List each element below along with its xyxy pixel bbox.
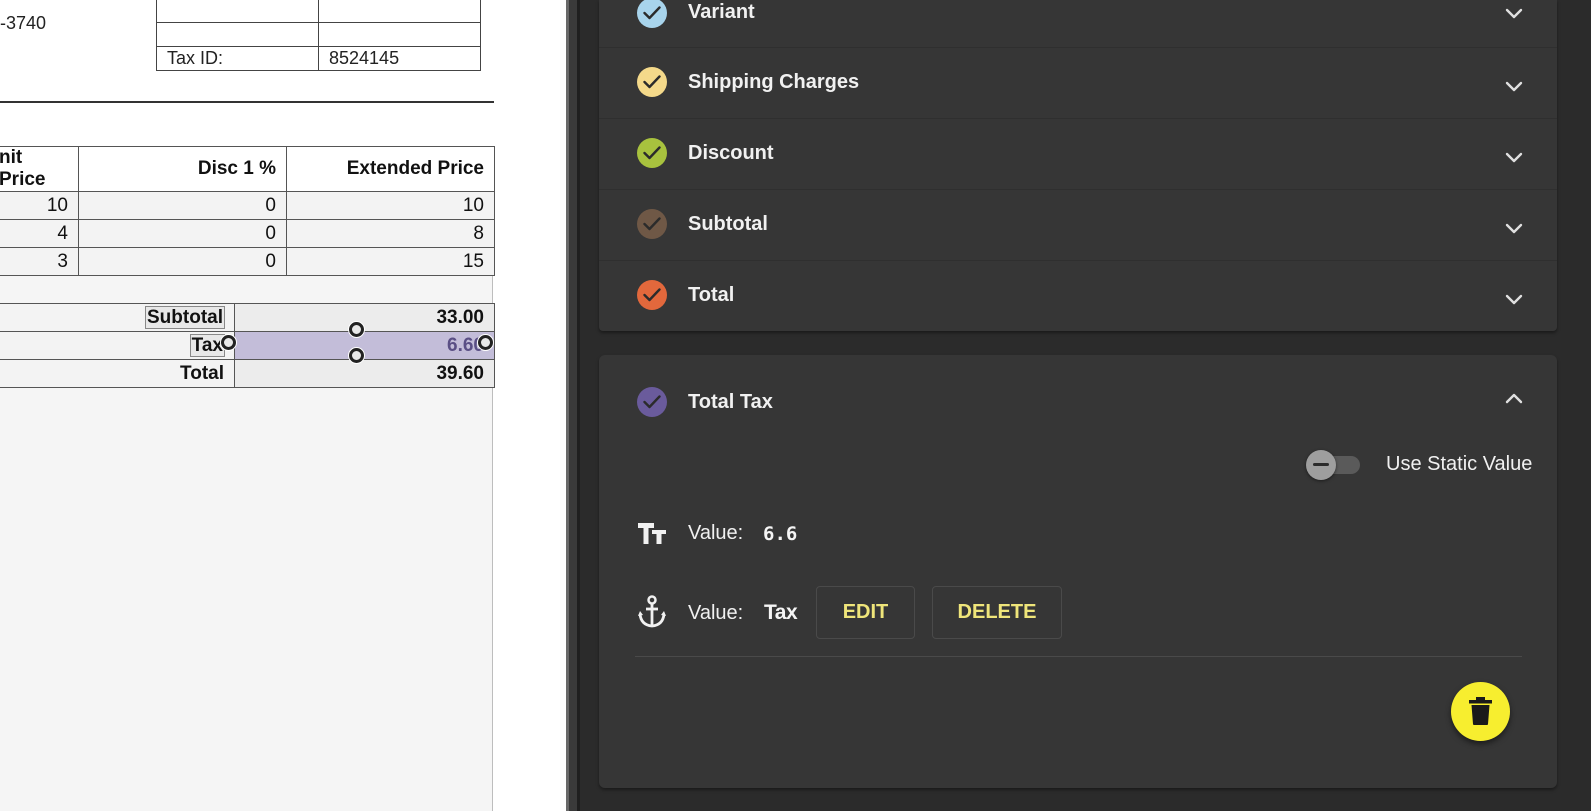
table-row: Tax ID: 8524145 <box>156 46 481 71</box>
phone-number-fragment: -3740 <box>0 13 47 33</box>
resize-handle-right[interactable] <box>478 335 493 350</box>
chevron-up-icon[interactable] <box>1505 391 1523 409</box>
accordion-item-shipping-charges[interactable]: Shipping Charges <box>599 48 1557 119</box>
check-circle-icon <box>637 138 667 168</box>
accordion-item-label: Total <box>688 284 735 306</box>
table-row: Subtotal 33.00 <box>0 303 495 332</box>
check-circle-icon <box>637 209 667 239</box>
accordion-item-label: Subtotal <box>688 213 768 235</box>
tax-value-selection[interactable]: 6.60 <box>234 331 495 360</box>
tax-label-cell[interactable]: Tax <box>0 331 235 360</box>
chevron-down-icon[interactable] <box>1505 222 1523 240</box>
resize-handle-top[interactable] <box>349 322 364 337</box>
text-value: 6.6 <box>763 523 798 545</box>
chevron-down-icon[interactable] <box>1505 293 1523 311</box>
subtotal-value[interactable]: 33.00 <box>234 303 495 332</box>
anchor-icon <box>637 595 667 634</box>
subtotal-label: Subtotal <box>145 305 225 329</box>
section-divider <box>0 101 494 103</box>
table-row <box>156 0 481 23</box>
toggle-knob <box>1306 450 1336 480</box>
accordion-item-discount[interactable]: Discount <box>599 119 1557 190</box>
table-cell: 0 <box>78 219 287 248</box>
subtotal-label-cell[interactable]: Subtotal <box>0 303 235 332</box>
tax-id-label: Tax ID: <box>156 46 319 71</box>
line-items-table: nit Price Disc 1 % Extended Price 10 0 1… <box>0 146 495 276</box>
check-circle-icon <box>637 280 667 310</box>
column-header-unit-price: nit Price <box>0 146 79 192</box>
accordion-item-label: Discount <box>688 142 774 164</box>
table-row <box>156 22 481 47</box>
check-circle-icon <box>637 0 667 28</box>
column-header-extended-price: Extended Price <box>286 146 495 192</box>
table-row: 4 0 8 <box>0 219 495 248</box>
total-value[interactable]: 39.60 <box>234 359 495 388</box>
table-cell <box>156 22 319 47</box>
anchor-value: Tax <box>764 601 798 624</box>
accordion-item-label: Total Tax <box>688 391 773 413</box>
table-cell: 0 <box>78 191 287 220</box>
anchor-value-label: Value: <box>688 602 744 624</box>
table-row: Tax 6.60 <box>0 331 495 360</box>
chevron-down-icon[interactable] <box>1505 7 1523 25</box>
table-row: 3 0 15 <box>0 247 495 276</box>
header-info-table: Tax ID: 8524145 <box>156 0 481 71</box>
trash-icon <box>1469 697 1492 725</box>
accordion-item-label: Shipping Charges <box>688 71 860 93</box>
table-cell: 3 <box>0 247 79 276</box>
use-static-value-label: Use Static Value <box>1386 453 1533 475</box>
accordion-item-subtotal[interactable]: Subtotal <box>599 190 1557 261</box>
total-label[interactable]: Total <box>0 359 235 388</box>
check-circle-icon <box>637 387 667 417</box>
check-circle-icon <box>637 67 667 97</box>
fields-accordion: Variant Shipping Charges Discount Subtot… <box>599 0 1557 331</box>
edit-button[interactable]: EDIT <box>816 586 915 639</box>
text-size-icon <box>637 521 667 550</box>
totals-table: Subtotal 33.00 Tax 6.60 Total 39.60 <box>0 303 495 388</box>
resize-handle-left[interactable] <box>221 335 236 350</box>
tax-id-value: 8524145 <box>318 46 481 71</box>
accordion-item-total[interactable]: Total <box>599 261 1557 332</box>
table-cell: 8 <box>286 219 495 248</box>
table-header-row: nit Price Disc 1 % Extended Price <box>0 146 495 192</box>
table-cell: 15 <box>286 247 495 276</box>
resize-handle-bottom[interactable] <box>349 348 364 363</box>
pane-splitter[interactable] <box>566 0 580 811</box>
text-value-label: Value: <box>688 522 744 544</box>
table-cell <box>156 0 319 23</box>
chevron-down-icon[interactable] <box>1505 151 1523 169</box>
table-cell: 10 <box>286 191 495 220</box>
document-canvas: -3740 Tax ID: 8524145 nit Price Disc 1 %… <box>0 0 566 811</box>
column-header-discount: Disc 1 % <box>78 146 287 192</box>
table-cell: 0 <box>78 247 287 276</box>
tax-label: Tax <box>189 333 226 357</box>
splitter-edge <box>566 0 569 811</box>
accordion-item-label: Variant <box>688 1 755 23</box>
table-cell: 10 <box>0 191 79 220</box>
accordion-header-total-tax[interactable]: Total Tax <box>599 355 1557 426</box>
delete-field-fab[interactable] <box>1451 682 1510 741</box>
delete-button[interactable]: DELETE <box>932 586 1062 639</box>
use-static-value-toggle[interactable] <box>1306 450 1360 480</box>
table-row: 10 0 10 <box>0 191 495 220</box>
section-divider <box>635 656 1522 657</box>
table-row: Total 39.60 <box>0 359 495 388</box>
accordion-item-variant[interactable]: Variant <box>599 0 1557 48</box>
field-config-panel: Variant Shipping Charges Discount Subtot… <box>580 0 1591 811</box>
chevron-down-icon[interactable] <box>1505 80 1523 98</box>
table-cell <box>318 22 481 47</box>
table-cell: 4 <box>0 219 79 248</box>
accordion-item-total-tax: Total Tax Use Static Value Value: 6.6 Va… <box>599 355 1557 788</box>
table-cell <box>318 0 481 23</box>
